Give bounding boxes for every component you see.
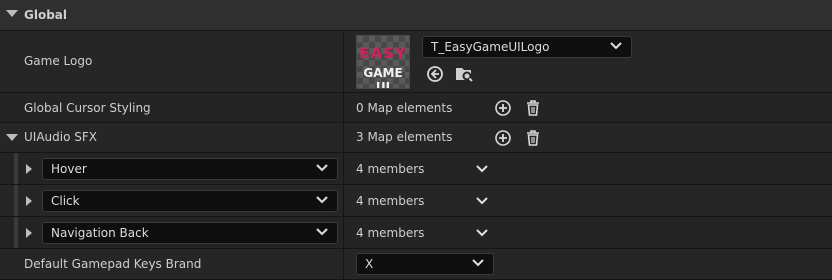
column-divider: [343, 185, 344, 216]
chevron-down-icon: [472, 259, 484, 267]
gamepad-brand-dropdown[interactable]: X: [356, 253, 494, 275]
chevron-down-icon: [316, 164, 328, 172]
column-divider: [343, 93, 344, 122]
triangle-down-icon[interactable]: [6, 134, 18, 141]
triangle-down-icon[interactable]: [6, 10, 18, 17]
arrow-left-circle-icon[interactable]: [426, 65, 444, 83]
thumbnail-text-game-ui: GAME UI: [363, 66, 403, 89]
map-key-dropdown[interactable]: Click: [42, 190, 338, 212]
game-logo-row: Game Logo EASY GAME UI T_EasyGameUILogo: [0, 31, 832, 93]
folder-search-icon[interactable]: [454, 64, 474, 84]
map-value-count: 4 members: [356, 162, 425, 176]
map-value-count: 4 members: [356, 194, 425, 208]
map-key-dropdown[interactable]: Navigation Back: [42, 222, 338, 244]
column-divider: [343, 123, 344, 152]
asset-thumbnail[interactable]: EASY GAME UI: [356, 35, 410, 89]
chevron-down-icon[interactable]: [476, 197, 488, 205]
asset-picker-dropdown[interactable]: T_EasyGameUILogo: [422, 36, 632, 58]
ui-audio-row: UIAudio SFX 3 Map elements: [0, 123, 832, 153]
section-title: Global: [24, 8, 68, 22]
map-entry-row: Hover 4 members: [0, 153, 832, 185]
nesting-indicator: [14, 153, 18, 184]
plus-circle-icon[interactable]: [494, 99, 512, 117]
map-entry-row: Navigation Back 4 members: [0, 217, 832, 249]
thumbnail-text-easy: EASY: [359, 44, 407, 62]
column-divider: [343, 217, 344, 248]
chevron-down-icon: [316, 228, 328, 236]
chevron-down-icon: [610, 42, 622, 50]
triangle-right-icon[interactable]: [26, 228, 32, 238]
game-logo-label: Game Logo: [24, 54, 93, 68]
triangle-right-icon[interactable]: [26, 164, 32, 174]
gamepad-brand-value: X: [365, 257, 374, 271]
cursor-styling-count: 0 Map elements: [356, 101, 453, 115]
column-divider: [343, 249, 344, 279]
chevron-down-icon: [316, 196, 328, 204]
asset-name: T_EasyGameUILogo: [431, 40, 550, 54]
map-key-label: Click: [51, 194, 80, 208]
column-divider: [343, 31, 344, 92]
cursor-styling-row: Global Cursor Styling 0 Map elements: [0, 93, 832, 123]
trash-icon[interactable]: [524, 99, 542, 117]
triangle-right-icon[interactable]: [26, 196, 32, 206]
ui-audio-count: 3 Map elements: [356, 130, 453, 144]
details-panel: Global Game Logo EASY GAME UI T_EasyGame…: [0, 0, 832, 280]
gamepad-brand-label: Default Gamepad Keys Brand: [24, 257, 202, 271]
nesting-indicator: [14, 185, 18, 216]
map-entry-row: Click 4 members: [0, 185, 832, 217]
map-value-count: 4 members: [356, 226, 425, 240]
trash-icon[interactable]: [524, 129, 542, 147]
plus-circle-icon[interactable]: [494, 129, 512, 147]
section-header-global[interactable]: Global: [0, 0, 832, 31]
map-key-label: Navigation Back: [51, 226, 149, 240]
chevron-down-icon[interactable]: [476, 229, 488, 237]
map-key-label: Hover: [51, 162, 87, 176]
map-key-dropdown[interactable]: Hover: [42, 158, 338, 180]
cursor-styling-label: Global Cursor Styling: [24, 101, 151, 115]
nesting-indicator: [14, 217, 18, 248]
chevron-down-icon[interactable]: [476, 165, 488, 173]
gamepad-brand-row: Default Gamepad Keys Brand X: [0, 249, 832, 280]
column-divider: [343, 153, 344, 184]
ui-audio-label: UIAudio SFX: [24, 130, 97, 144]
